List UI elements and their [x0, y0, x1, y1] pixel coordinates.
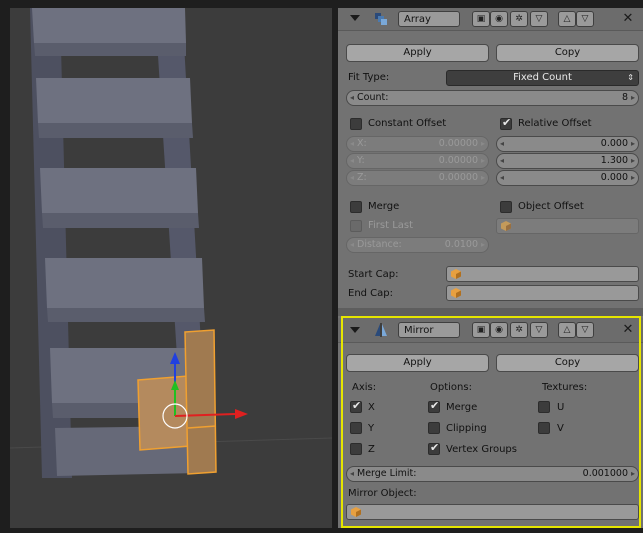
close-icon[interactable]: ✕: [620, 322, 636, 338]
close-icon[interactable]: ✕: [620, 11, 636, 27]
mirror-modifier-header[interactable]: Mirror ▣ ◉ ✲ ▽ △ ▽ ✕: [338, 318, 643, 343]
decrement-arrow-icon[interactable]: ◂: [350, 91, 354, 105]
start-cap-field[interactable]: [446, 266, 639, 282]
merge-label: Merge: [368, 201, 400, 212]
texture-u-checkbox[interactable]: [538, 401, 550, 413]
editmode-display-icon[interactable]: ✲: [510, 11, 528, 27]
move-up-button[interactable]: △: [558, 11, 576, 27]
modifier-name-input[interactable]: Array: [398, 11, 460, 27]
editmode-display-icon[interactable]: ✲: [510, 322, 528, 338]
constant-offset-z-field[interactable]: ◂ Z: 0.00000 ▸: [346, 170, 489, 186]
texture-u-label: U: [557, 402, 565, 413]
textures-label: Textures:: [542, 382, 588, 393]
apply-button[interactable]: Apply: [346, 44, 489, 62]
ladder-mesh-view: [10, 8, 332, 478]
distance-field[interactable]: ◂ Distance: 0.0100 ▸: [346, 237, 489, 253]
modifier-name-input[interactable]: Mirror: [398, 322, 460, 338]
merge-checkbox[interactable]: [350, 201, 362, 213]
texture-v-checkbox[interactable]: [538, 422, 550, 434]
offset-object-field[interactable]: [496, 218, 639, 234]
mirror-object-label: Mirror Object:: [348, 488, 417, 499]
vertex-groups-label: Vertex Groups: [446, 444, 517, 455]
clipping-checkbox[interactable]: [428, 422, 440, 434]
move-up-button[interactable]: △: [558, 322, 576, 338]
3d-viewport[interactable]: [10, 8, 332, 528]
constant-offset-label: Constant Offset: [368, 118, 447, 129]
cage-display-icon[interactable]: ▽: [530, 322, 548, 338]
array-modifier-icon: [375, 13, 387, 25]
constant-offset-checkbox[interactable]: [350, 118, 362, 130]
increment-arrow-icon[interactable]: ▸: [631, 91, 635, 105]
constant-offset-x-field[interactable]: ◂ X: 0.00000 ▸: [346, 136, 489, 152]
merge-limit-field[interactable]: ◂ Merge Limit: 0.001000 ▸: [346, 466, 639, 482]
count-field[interactable]: ◂ Count: 8 ▸: [346, 90, 639, 106]
modifier-properties-panel: Array ▣ ◉ ✲ ▽ △ ▽ ✕ Apply Copy Fit Type:…: [338, 8, 643, 528]
first-last-label: First Last: [368, 220, 414, 231]
move-down-button[interactable]: ▽: [576, 11, 594, 27]
relative-offset-z-field[interactable]: ◂ 0.000 ▸: [496, 170, 639, 186]
panel-separator: [338, 308, 643, 316]
relative-offset-y-field[interactable]: ◂ 1.300 ▸: [496, 153, 639, 169]
axis-x-checkbox[interactable]: [350, 399, 362, 413]
array-modifier-header[interactable]: Array ▣ ◉ ✲ ▽ △ ▽ ✕: [338, 8, 643, 31]
axis-y-label: Y: [368, 423, 375, 434]
object-cube-icon: [451, 269, 461, 279]
fit-type-value: Fixed Count: [513, 72, 572, 83]
render-toggle-icon[interactable]: ▣: [472, 11, 490, 27]
first-last-checkbox[interactable]: [350, 220, 362, 232]
object-cube-icon: [501, 221, 511, 231]
cage-display-icon[interactable]: ▽: [530, 11, 548, 27]
texture-v-label: V: [557, 423, 564, 434]
mirror-modifier-icon: [375, 323, 387, 337]
render-toggle-icon[interactable]: ▣: [472, 322, 490, 338]
vertex-groups-checkbox[interactable]: [428, 441, 440, 455]
fit-type-label: Fit Type:: [348, 72, 390, 83]
relative-offset-x-field[interactable]: ◂ 0.000 ▸: [496, 136, 639, 152]
object-offset-checkbox[interactable]: [500, 201, 512, 213]
object-cube-icon: [451, 288, 461, 298]
end-cap-field[interactable]: [446, 285, 639, 301]
object-offset-label: Object Offset: [518, 201, 584, 212]
relative-offset-checkbox[interactable]: [500, 116, 512, 130]
realtime-display-icon[interactable]: ◉: [490, 11, 508, 27]
clipping-label: Clipping: [446, 423, 487, 434]
axis-label: Axis:: [352, 382, 377, 393]
axis-x-label: X: [368, 402, 375, 413]
fit-type-select[interactable]: Fixed Count ⇕: [446, 70, 639, 86]
select-arrows-icon: ⇕: [627, 73, 634, 82]
merge-label: Merge: [446, 402, 478, 413]
merge-checkbox[interactable]: [428, 399, 440, 413]
collapse-triangle-icon[interactable]: [350, 15, 360, 21]
collapse-triangle-icon[interactable]: [350, 327, 360, 333]
move-down-button[interactable]: ▽: [576, 322, 594, 338]
apply-button[interactable]: Apply: [346, 354, 489, 372]
relative-offset-label: Relative Offset: [518, 118, 592, 129]
options-label: Options:: [430, 382, 472, 393]
mirror-object-field[interactable]: [346, 504, 639, 520]
realtime-display-icon[interactable]: ◉: [490, 322, 508, 338]
axis-z-checkbox[interactable]: [350, 443, 362, 455]
decrement-arrow-icon[interactable]: ◂: [350, 467, 354, 481]
end-cap-label: End Cap:: [348, 288, 394, 299]
copy-button[interactable]: Copy: [496, 354, 639, 372]
start-cap-label: Start Cap:: [348, 269, 399, 280]
axis-z-label: Z: [368, 444, 375, 455]
copy-button[interactable]: Copy: [496, 44, 639, 62]
object-cube-icon: [351, 507, 361, 517]
axis-y-checkbox[interactable]: [350, 422, 362, 434]
constant-offset-y-field[interactable]: ◂ Y: 0.00000 ▸: [346, 153, 489, 169]
increment-arrow-icon[interactable]: ▸: [631, 467, 635, 481]
